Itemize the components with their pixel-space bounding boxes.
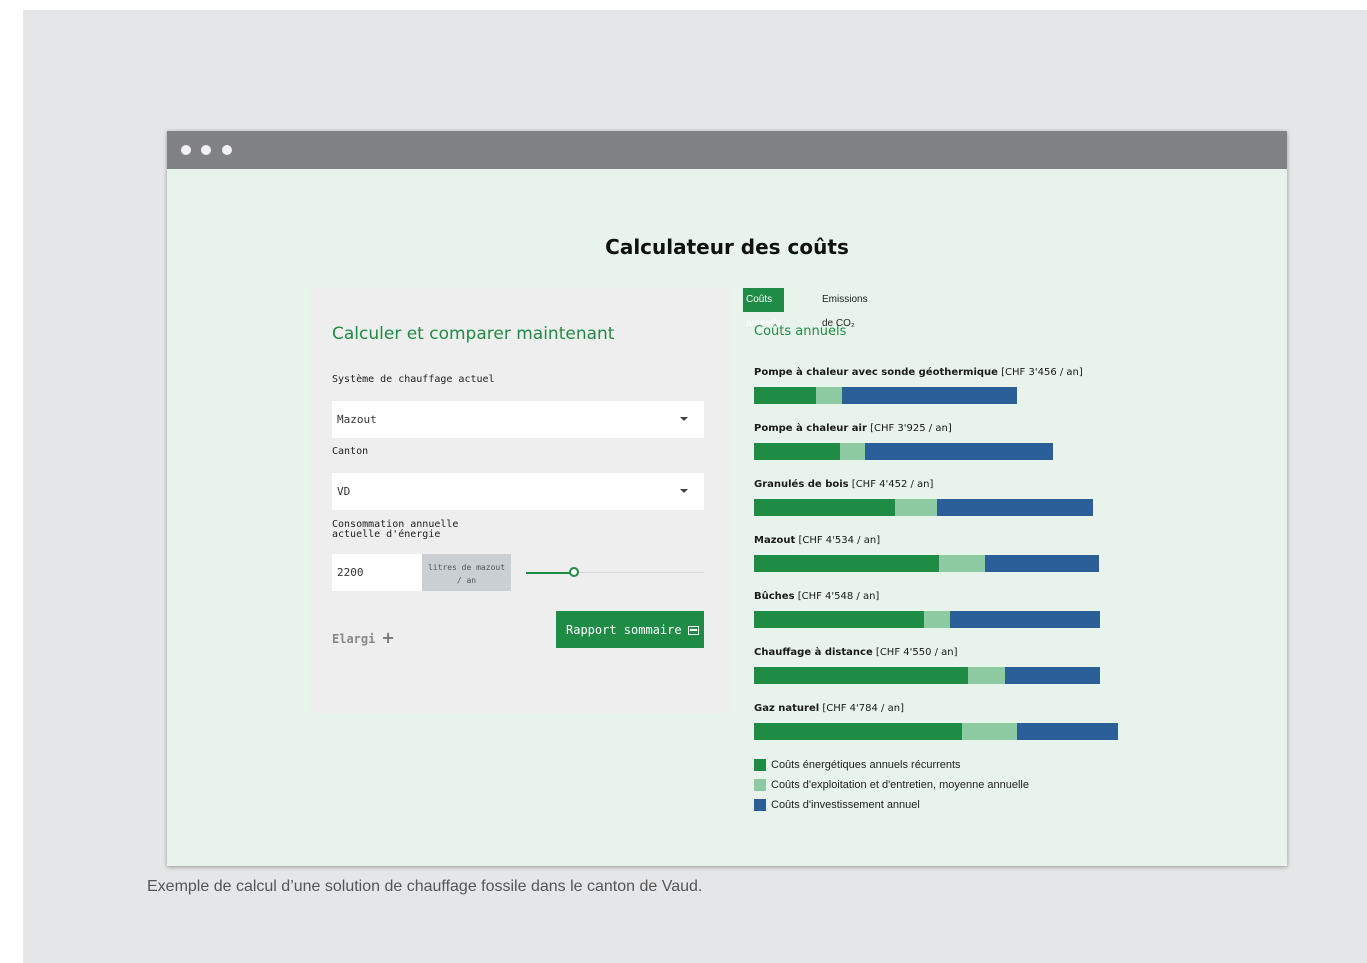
bar-segment [754,667,968,684]
unit-label-line1: litres de mazout [427,563,506,572]
bar-label: Granulés de bois [CHF 4'452 / an] [754,479,934,490]
window-dot-icon [181,145,191,155]
bar-segment [938,555,986,572]
figure-caption: Exemple de calcul d’une solution de chau… [147,878,703,895]
legend-swatch [754,759,766,771]
bar-segment [754,555,939,572]
bar-label: Pompe à chaleur air [CHF 3'925 / an] [754,423,952,434]
slider-fill [526,572,574,574]
bar-segment [754,611,925,628]
bar-segment [961,723,1017,740]
bar-segment [754,723,962,740]
tab-co2-emissions[interactable]: Emissions de CO₂ [819,288,871,329]
system-select[interactable]: Mazout [332,401,704,438]
bar-segment [754,443,840,460]
bar-label: Bûches [CHF 4'548 / an] [754,591,880,602]
slider-handle[interactable] [569,567,579,577]
legend-swatch [754,779,766,791]
bar-label: Pompe à chaleur avec sonde géothermique … [754,367,1083,378]
bar-segment [1005,667,1101,684]
system-label: Système de chauffage actuel [332,374,495,385]
expand-toggle[interactable]: Elargi + [332,628,395,647]
bar-segment [924,611,950,628]
unit-label: litres de mazout / an [422,554,511,591]
window-dot-icon [201,145,211,155]
consumption-input[interactable] [332,554,422,591]
bar-segment [949,611,1101,628]
legend-label: Coûts d'exploitation et d'entretien, moy… [771,779,1029,791]
bar-segment [967,667,1006,684]
bar-segment [816,387,842,404]
form-heading: Calculer et comparer maintenant [332,324,615,344]
chevron-down-icon [680,489,688,493]
canton-label: Canton [332,446,369,457]
window-dot-icon [222,145,232,155]
consumption-slider[interactable] [526,567,704,577]
expand-label: Elargi [332,632,376,646]
page-title: Calculateur des coûts [605,235,849,259]
browser-window: Calculateur des coûts Calculer et compar… [167,131,1287,866]
legend-swatch [754,799,766,811]
bar-segment [754,387,817,404]
unit-label-line2: / an [456,576,477,585]
bar-segment [894,499,938,516]
bar-segment [1016,723,1119,740]
calculator-form: Calculer et comparer maintenant Système … [310,288,730,713]
legend-label: Coûts énergétiques annuels récurrents [771,759,961,771]
report-icon [687,625,699,635]
report-button[interactable]: Rapport sommaire [556,611,704,648]
system-select-value: Mazout [337,413,377,426]
tab-annual-costs[interactable]: Coûts annuels [743,288,785,329]
figure-frame: Calculateur des coûts Calculer et compar… [23,10,1367,963]
costs-heading: Coûts annuels [754,324,847,339]
canton-select[interactable]: VD [332,473,704,510]
bar-label: Gaz naturel [CHF 4'784 / an] [754,703,904,714]
bar-segment [937,499,1093,516]
chevron-down-icon [680,417,688,421]
bar-segment [839,443,866,460]
consumption-label: Consommation annuelle actuelle d'énergie [332,519,459,540]
bar-segment [865,443,1053,460]
bar-segment [754,499,895,516]
bar-label: Mazout [CHF 4'534 / an] [754,535,881,546]
bar-segment [841,387,1017,404]
bar-segment [985,555,1100,572]
legend-label: Coûts d'investissement annuel [771,799,920,811]
browser-titlebar [167,131,1287,169]
bar-label: Chauffage à distance [CHF 4'550 / an] [754,647,958,658]
plus-icon: + [381,628,395,647]
report-button-label: Rapport sommaire [566,622,682,637]
canton-select-value: VD [337,485,351,498]
